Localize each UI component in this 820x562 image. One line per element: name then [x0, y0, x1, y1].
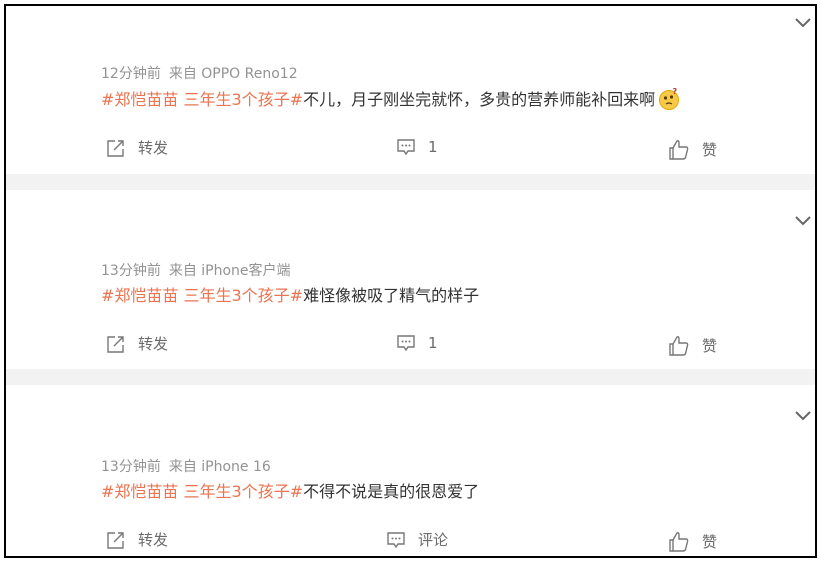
repost-button[interactable]: 转发 — [106, 333, 168, 354]
thinking-face-icon: ? — [659, 88, 680, 110]
hashtag-link[interactable]: #郑恺苗苗 三年生3个孩子# — [101, 482, 303, 501]
comment-button[interactable]: 1 — [396, 137, 438, 157]
like-label: 赞 — [702, 533, 718, 551]
post-source: 来自 OPPO Reno12 — [168, 66, 298, 82]
svg-text:?: ? — [673, 88, 678, 96]
repost-label: 转发 — [138, 531, 169, 549]
post-meta: 13分钟前 来自 iPhone 16 — [101, 456, 271, 476]
comment-icon — [397, 335, 415, 352]
thumbs-up-icon — [669, 531, 689, 552]
repost-label: 转发 — [138, 139, 169, 157]
post-separator — [6, 369, 815, 385]
repost-icon — [107, 335, 124, 353]
post-meta: 12分钟前 来自 OPPO Reno12 — [101, 63, 298, 83]
repost-button[interactable]: 转发 — [106, 529, 168, 550]
post-content: #郑恺苗苗 三年生3个孩子#不儿，月子刚坐完就怀，多贵的营养师能补回来啊 ? — [101, 88, 680, 111]
like-label: 赞 — [702, 141, 718, 159]
chevron-down-icon[interactable] — [795, 18, 811, 28]
comment-button[interactable]: 评论 — [386, 529, 448, 550]
like-label: 赞 — [702, 337, 718, 355]
hashtag-link[interactable]: #郑恺苗苗 三年生3个孩子# — [101, 90, 303, 109]
post-content: #郑恺苗苗 三年生3个孩子#难怪像被吸了精气的样子 — [101, 285, 479, 307]
comment-label: 评论 — [418, 531, 449, 549]
post-time: 13分钟前 — [101, 263, 161, 279]
post-text: 不儿，月子刚坐完就怀，多贵的营养师能补回来啊 — [303, 90, 656, 109]
like-button[interactable]: 赞 — [668, 335, 717, 356]
post-time: 12分钟前 — [101, 66, 161, 82]
comment-icon — [397, 139, 415, 156]
comment-count: 1 — [428, 334, 438, 352]
hashtag-link[interactable]: #郑恺苗苗 三年生3个孩子# — [101, 286, 303, 305]
post-content: #郑恺苗苗 三年生3个孩子#不得不说是真的很恩爱了 — [101, 481, 479, 503]
post-text: 难怪像被吸了精气的样子 — [303, 286, 480, 305]
like-button[interactable]: 赞 — [668, 139, 717, 160]
feed-post: 13分钟前 来自 iPhone客户端 #郑恺苗苗 三年生3个孩子#难怪像被吸了精气… — [6, 190, 815, 369]
repost-button[interactable]: 转发 — [106, 137, 168, 158]
repost-icon — [107, 531, 124, 549]
post-source: 来自 iPhone客户端 — [168, 263, 291, 279]
post-separator — [6, 174, 815, 190]
repost-label: 转发 — [138, 335, 169, 353]
feed-post: 13分钟前 来自 iPhone 16 #郑恺苗苗 三年生3个孩子#不得不说是真的很… — [6, 385, 815, 556]
comment-count: 1 — [428, 138, 438, 156]
thumbs-up-icon — [669, 139, 689, 160]
like-button[interactable]: 赞 — [668, 531, 717, 552]
post-source: 来自 iPhone 16 — [168, 459, 271, 475]
comment-button[interactable]: 1 — [396, 333, 438, 353]
post-text: 不得不说是真的很恩爱了 — [303, 482, 480, 501]
repost-icon — [107, 139, 124, 157]
post-time: 13分钟前 — [101, 459, 161, 475]
chevron-down-icon[interactable] — [795, 216, 811, 226]
post-meta: 13分钟前 来自 iPhone客户端 — [101, 260, 291, 280]
thumbs-up-icon — [669, 335, 689, 356]
chevron-down-icon[interactable] — [795, 411, 811, 421]
feed-frame: 12分钟前 来自 OPPO Reno12 #郑恺苗苗 三年生3个孩子#不儿，月子刚… — [4, 4, 817, 558]
comment-icon — [387, 531, 405, 548]
feed-post: 12分钟前 来自 OPPO Reno12 #郑恺苗苗 三年生3个孩子#不儿，月子刚… — [6, 6, 815, 174]
